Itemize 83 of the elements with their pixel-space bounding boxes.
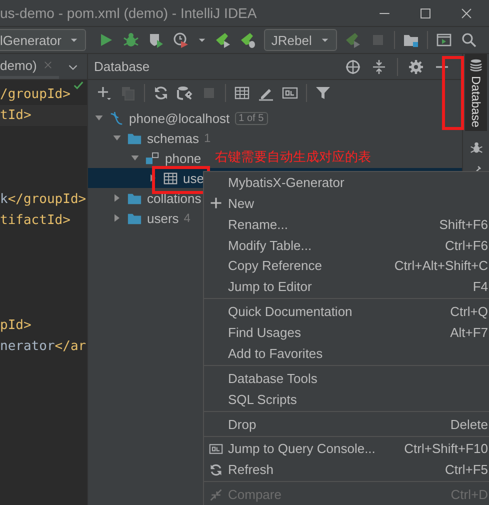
- database-wrench-icon[interactable]: [177, 85, 193, 101]
- tree-label: use: [183, 170, 204, 186]
- refresh-icon[interactable]: [153, 85, 169, 101]
- collapse-arrow-icon[interactable]: [94, 113, 104, 123]
- menu-item[interactable]: Jump to Editor F4: [204, 276, 489, 298]
- run-icon[interactable]: [98, 32, 114, 48]
- window-title: us-demo - pom.xml (demo) - IntelliJ IDEA: [0, 5, 257, 21]
- tree-label: schemas: [147, 130, 200, 146]
- collapse-arrow-icon[interactable]: [130, 153, 140, 163]
- tree-row[interactable]: users 4: [88, 208, 194, 228]
- refresh-icon: [209, 462, 223, 477]
- tool-window-button[interactable]: Database: [465, 54, 487, 132]
- annotation-text: 右键需要自动生成对应的表: [215, 148, 371, 166]
- expand-arrow-icon[interactable]: [112, 193, 122, 203]
- filter-icon[interactable]: [315, 85, 331, 101]
- code-line: nerator</ar: [0, 338, 86, 356]
- console-icon[interactable]: [282, 85, 298, 101]
- shortcut-label: Shift+F6: [439, 216, 489, 232]
- collapse-icon[interactable]: [371, 58, 387, 74]
- shortcut-label: Ctrl+Alt+Shift+C: [394, 258, 489, 274]
- lizard-icon[interactable]: [240, 32, 256, 48]
- shortcut-label: Ctrl+Q: [450, 304, 489, 320]
- menu-item[interactable]: SQL Scripts: [204, 388, 489, 410]
- tree-row[interactable]: phone@localhost 1 of 5: [88, 108, 272, 128]
- tree-label: phone@localhost: [129, 110, 230, 126]
- code-line: tifactId>: [0, 212, 70, 230]
- config-dropdown[interactable]: lGenerator: [0, 29, 86, 51]
- crosshair-icon[interactable]: [345, 58, 361, 74]
- data-source-icon: [109, 110, 124, 126]
- shortcut-label: Ctrl+F6: [445, 238, 489, 253]
- tree-row[interactable]: phone: [88, 148, 206, 168]
- menu-item[interactable]: MybatisX-Generator: [204, 172, 489, 193]
- ant-icon[interactable]: [470, 141, 482, 154]
- shortcut-label: Delete: [450, 416, 489, 432]
- maximize-icon[interactable]: [419, 6, 432, 20]
- shortcut-label: Ctrl+F5: [445, 462, 489, 478]
- menu-item[interactable]: Find Usages Alt+F7: [204, 322, 489, 343]
- shortcut-label: Alt+F7: [450, 325, 489, 340]
- config-dropdown[interactable]: JRebel: [264, 29, 337, 51]
- menu-item[interactable]: Drop Delete: [204, 414, 489, 434]
- lizard-icon[interactable]: [215, 32, 232, 48]
- bug-icon[interactable]: [123, 32, 140, 48]
- menu-item[interactable]: New: [204, 192, 489, 214]
- folder-icon[interactable]: [402, 32, 419, 48]
- count-label: 4: [184, 211, 190, 225]
- menu-item[interactable]: Rename... Shift+F6: [204, 214, 489, 235]
- code-line: pId>: [0, 317, 32, 335]
- menu-item[interactable]: Add to Favorites: [204, 343, 489, 364]
- database-icon: [469, 58, 483, 72]
- close-icon[interactable]: [460, 6, 473, 20]
- tree-label: users: [147, 210, 179, 226]
- menu-item[interactable]: Jump to Query Console... Ctrl+Shift+F10: [204, 438, 489, 460]
- code-line: k</groupId>: [0, 191, 86, 209]
- count-label: 1: [204, 131, 211, 145]
- schema-icon: [145, 150, 160, 166]
- menu-item[interactable]: Modify Table... Ctrl+F6: [204, 234, 489, 256]
- menu-item[interactable]: Quick Documentation Ctrl+Q: [204, 301, 489, 322]
- tree-row[interactable]: schemas 1: [88, 128, 215, 148]
- shortcut-label: F4: [472, 279, 489, 294]
- menu-item[interactable]: Refresh Ctrl+F5: [204, 459, 489, 480]
- menu-item[interactable]: Database Tools: [204, 368, 489, 389]
- shield-icon[interactable]: [148, 32, 164, 48]
- settings-icon[interactable]: [408, 58, 424, 74]
- table-icon: [163, 170, 178, 186]
- code-line: /groupId>: [0, 86, 70, 104]
- compare-icon: [209, 488, 223, 502]
- table-icon[interactable]: [234, 85, 250, 101]
- shortcut-label: Ctrl+Shift+F10: [404, 441, 489, 456]
- expand-arrow-icon[interactable]: [112, 213, 122, 223]
- plus-icon: [209, 196, 223, 210]
- tree-label: phone: [165, 150, 202, 166]
- clock-icon[interactable]: [173, 32, 190, 48]
- tree-label: collations: [147, 190, 202, 206]
- panel-title: Database: [94, 59, 150, 74]
- check-icon: [73, 80, 84, 91]
- console-icon[interactable]: [436, 32, 452, 48]
- count-badge: 1 of 5: [234, 112, 268, 124]
- plus-icon[interactable]: [96, 85, 112, 101]
- collapse-arrow-icon[interactable]: [112, 133, 122, 143]
- search-icon[interactable]: [460, 32, 477, 48]
- tree-row[interactable]: collations: [88, 188, 206, 208]
- console-icon: [209, 442, 223, 456]
- menu-item[interactable]: Copy Reference Ctrl+Alt+Shift+C: [204, 256, 489, 276]
